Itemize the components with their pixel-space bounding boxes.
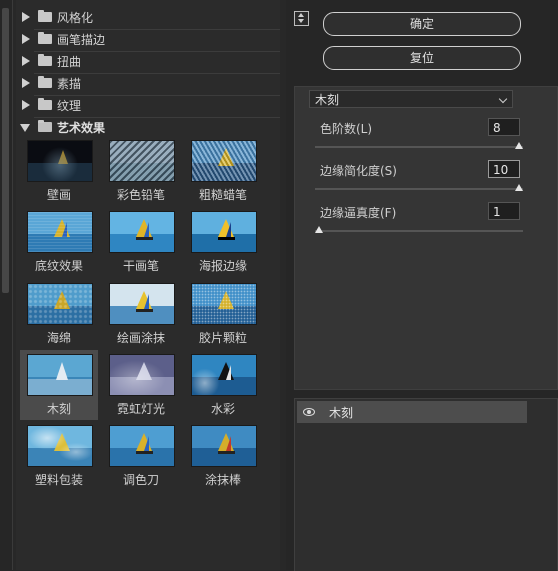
- collapse-arrow-icon: [20, 124, 30, 132]
- filter-thumb-watercolor[interactable]: 水彩: [184, 350, 262, 420]
- filter-thumb-underpainting[interactable]: 底纹效果: [20, 207, 98, 277]
- filter-thumb-smudge-stick[interactable]: 涂抹棒: [184, 421, 262, 491]
- filter-preview-image: [27, 211, 93, 253]
- filter-thumb-poster-edges[interactable]: 海报边缘: [184, 207, 262, 277]
- filter-preview-image: [109, 140, 175, 182]
- expand-arrow-icon: [22, 78, 30, 88]
- filter-label: 壁画: [46, 188, 71, 202]
- filter-preview-image: [109, 425, 175, 467]
- category-label: 风格化: [57, 11, 94, 25]
- collapse-gallery-icon[interactable]: [294, 11, 309, 26]
- filter-label: 海报边缘: [198, 259, 247, 273]
- category-label: 纹理: [57, 99, 82, 113]
- filter-label: 涂抹棒: [204, 473, 241, 487]
- folder-icon: [38, 54, 52, 66]
- category-stylize[interactable]: 风格化: [16, 7, 280, 28]
- filter-label: 彩色铅笔: [116, 188, 165, 202]
- category-label: 扭曲: [57, 55, 82, 69]
- filter-thumb-dry-brush[interactable]: 干画笔: [102, 207, 180, 277]
- filter-settings: 木刻 色阶数(L) 8 边缘简化度(S) 10 边缘逼真度(F) 1: [294, 86, 558, 390]
- filter-thumb-palette-knife[interactable]: 调色刀: [102, 421, 180, 491]
- param-edge-fidelity-label: 边缘逼真度(F): [320, 206, 397, 220]
- folder-icon: [38, 32, 52, 44]
- filter-preview-image: [109, 354, 175, 396]
- filter-preview-image: [191, 425, 257, 467]
- category-distort[interactable]: 扭曲: [16, 51, 280, 72]
- folder-icon: [38, 10, 52, 22]
- filter-preview-image: [27, 354, 93, 396]
- effect-layer-label: 木刻: [329, 406, 354, 420]
- category-label: 画笔描边: [57, 33, 106, 47]
- filter-thumb-neon-glow[interactable]: 霓虹灯光: [102, 350, 180, 420]
- category-label: 素描: [57, 77, 82, 91]
- filter-gallery: 风格化 画笔描边 扭曲 素描 纹理 艺术效果 壁画 彩色铅笔 粗糙蜡笔 底纹效果…: [16, 0, 280, 570]
- reset-button[interactable]: 复位: [323, 46, 521, 70]
- filter-select-value: 木刻: [315, 93, 340, 107]
- open-folder-icon: [38, 120, 52, 132]
- filter-label: 调色刀: [122, 473, 159, 487]
- filter-label: 塑料包装: [34, 473, 83, 487]
- filter-thumb-rough-pastels[interactable]: 粗糙蜡笔: [184, 136, 262, 206]
- param-levels-input[interactable]: 8: [488, 118, 520, 136]
- category-sketch[interactable]: 素描: [16, 73, 280, 94]
- filter-preview-image: [191, 211, 257, 253]
- expand-arrow-icon: [22, 34, 30, 44]
- ok-button[interactable]: 确定: [323, 12, 521, 36]
- category-label: 艺术效果: [57, 121, 106, 135]
- filter-thumb-plastic-wrap[interactable]: 塑料包装: [20, 421, 98, 491]
- filter-label: 木刻: [46, 402, 71, 416]
- filter-preview-image: [191, 140, 257, 182]
- filter-thumb-fresco[interactable]: 壁画: [20, 136, 98, 206]
- category-artistic[interactable]: 艺术效果: [16, 117, 280, 138]
- folder-icon: [38, 98, 52, 110]
- param-edge-simplicity-label: 边缘简化度(S): [320, 164, 397, 178]
- gallery-scrollbar[interactable]: [0, 0, 13, 570]
- param-levels-label: 色阶数(L): [320, 122, 373, 136]
- filter-thumb-colored-pencil[interactable]: 彩色铅笔: [102, 136, 180, 206]
- filter-label: 霓虹灯光: [116, 402, 165, 416]
- filter-label: 胶片颗粒: [198, 331, 247, 345]
- filter-preview-image: [27, 140, 93, 182]
- filter-preview-image: [191, 283, 257, 325]
- expand-arrow-icon: [22, 12, 30, 22]
- filter-preview-image: [109, 211, 175, 253]
- filter-preview-image: [109, 283, 175, 325]
- filter-label: 水彩: [210, 402, 235, 416]
- filter-options-panel: 确定 复位 木刻 色阶数(L) 8 边缘简化度(S) 10 边缘逼真度(F) 1…: [286, 0, 558, 571]
- filter-thumb-cutout[interactable]: 木刻: [20, 350, 98, 420]
- filter-label: 底纹效果: [34, 259, 83, 273]
- filter-label: 绘画涂抹: [116, 331, 165, 345]
- param-edge-fidelity-slider[interactable]: [315, 230, 523, 232]
- slider-handle[interactable]: [515, 184, 523, 191]
- category-brush-strokes[interactable]: 画笔描边: [16, 29, 280, 50]
- filter-thumb-film-grain[interactable]: 胶片颗粒: [184, 279, 262, 349]
- filter-preview-image: [191, 354, 257, 396]
- effect-layers: 木刻: [294, 398, 558, 571]
- filter-thumb-sponge[interactable]: 海绵: [20, 279, 98, 349]
- filter-label: 粗糙蜡笔: [198, 188, 247, 202]
- param-edge-fidelity-input[interactable]: 1: [488, 202, 520, 220]
- chevron-down-icon: [498, 94, 508, 104]
- param-edge-simplicity-slider[interactable]: [315, 188, 523, 190]
- expand-arrow-icon: [22, 56, 30, 66]
- param-edge-simplicity-input[interactable]: 10: [488, 160, 520, 178]
- eye-icon[interactable]: [303, 408, 315, 416]
- folder-icon: [38, 76, 52, 88]
- gallery-scrollbar-thumb[interactable]: [2, 8, 9, 293]
- category-texture[interactable]: 纹理: [16, 95, 280, 116]
- expand-arrow-icon: [22, 100, 30, 110]
- filter-select[interactable]: 木刻: [309, 90, 513, 108]
- filter-thumb-paint-daubs[interactable]: 绘画涂抹: [102, 279, 180, 349]
- filter-label: 干画笔: [122, 259, 159, 273]
- slider-handle[interactable]: [515, 142, 523, 149]
- filter-preview-image: [27, 283, 93, 325]
- filter-label: 海绵: [46, 331, 71, 345]
- param-levels-slider[interactable]: [315, 146, 523, 148]
- slider-handle[interactable]: [315, 226, 323, 233]
- filter-preview-image: [27, 425, 93, 467]
- effect-layer-row[interactable]: 木刻: [297, 401, 527, 423]
